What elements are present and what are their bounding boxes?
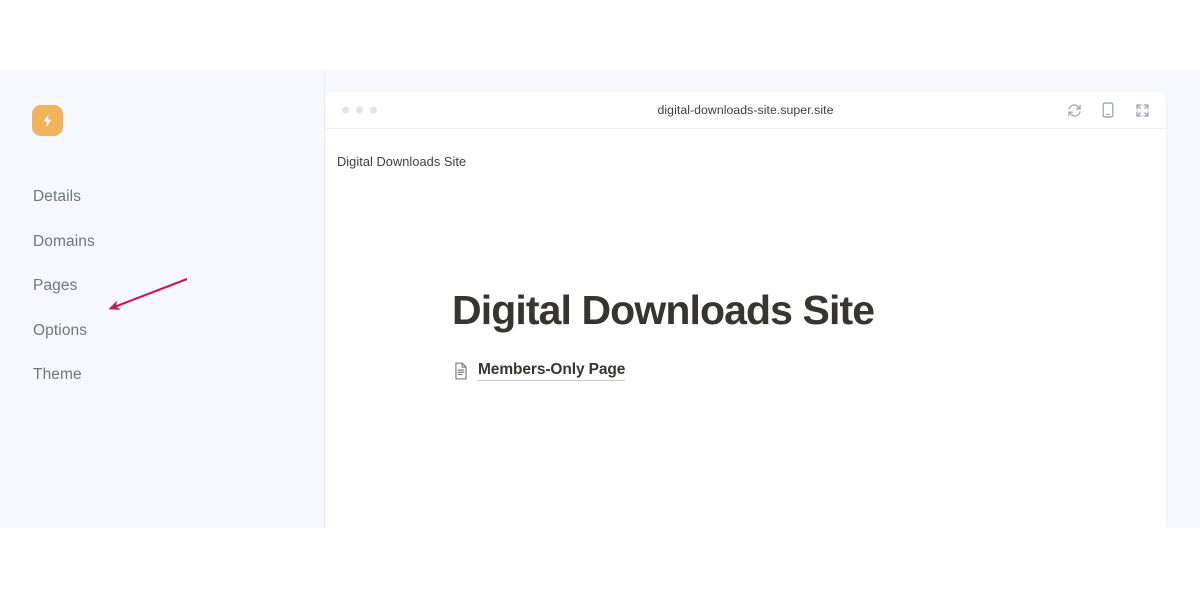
brand-logo[interactable] bbox=[32, 105, 63, 136]
list-item-members-only-page[interactable]: Members-Only Page bbox=[452, 361, 625, 381]
sidebar-nav: Details Domains Pages Options Theme bbox=[0, 175, 324, 398]
sidebar-item-pages[interactable]: Pages bbox=[0, 264, 324, 309]
browser-url-text[interactable]: digital-downloads-site.super.site bbox=[325, 103, 1166, 117]
sidebar-item-options[interactable]: Options bbox=[0, 309, 324, 354]
app-viewport: Details Domains Pages Options Theme digi… bbox=[0, 70, 1200, 528]
site-content: Digital Downloads Site Members-Only Page bbox=[452, 287, 1052, 385]
breadcrumb[interactable]: Digital Downloads Site bbox=[337, 154, 466, 169]
sidebar-item-theme[interactable]: Theme bbox=[0, 353, 324, 398]
refresh-icon[interactable] bbox=[1066, 102, 1082, 118]
browser-preview-card: digital-downloads-site.super.site Digita… bbox=[325, 92, 1166, 528]
sidebar-item-domains[interactable]: Domains bbox=[0, 220, 324, 265]
page-link-label: Members-Only Page bbox=[478, 361, 625, 381]
page-title: Digital Downloads Site bbox=[452, 287, 875, 333]
mobile-preview-icon[interactable] bbox=[1100, 102, 1116, 118]
browser-toolbar-actions bbox=[1066, 102, 1150, 118]
expand-fullscreen-icon[interactable] bbox=[1134, 102, 1150, 118]
sidebar-item-details[interactable]: Details bbox=[0, 175, 324, 220]
screenshot-root: Details Domains Pages Options Theme digi… bbox=[0, 0, 1200, 600]
browser-toolbar: digital-downloads-site.super.site bbox=[325, 92, 1166, 129]
lightning-bolt-icon bbox=[40, 113, 55, 128]
sidebar: Details Domains Pages Options Theme bbox=[0, 70, 325, 528]
site-preview-viewport: Digital Downloads Site Digital Downloads… bbox=[325, 129, 1166, 528]
document-page-icon bbox=[452, 361, 469, 380]
